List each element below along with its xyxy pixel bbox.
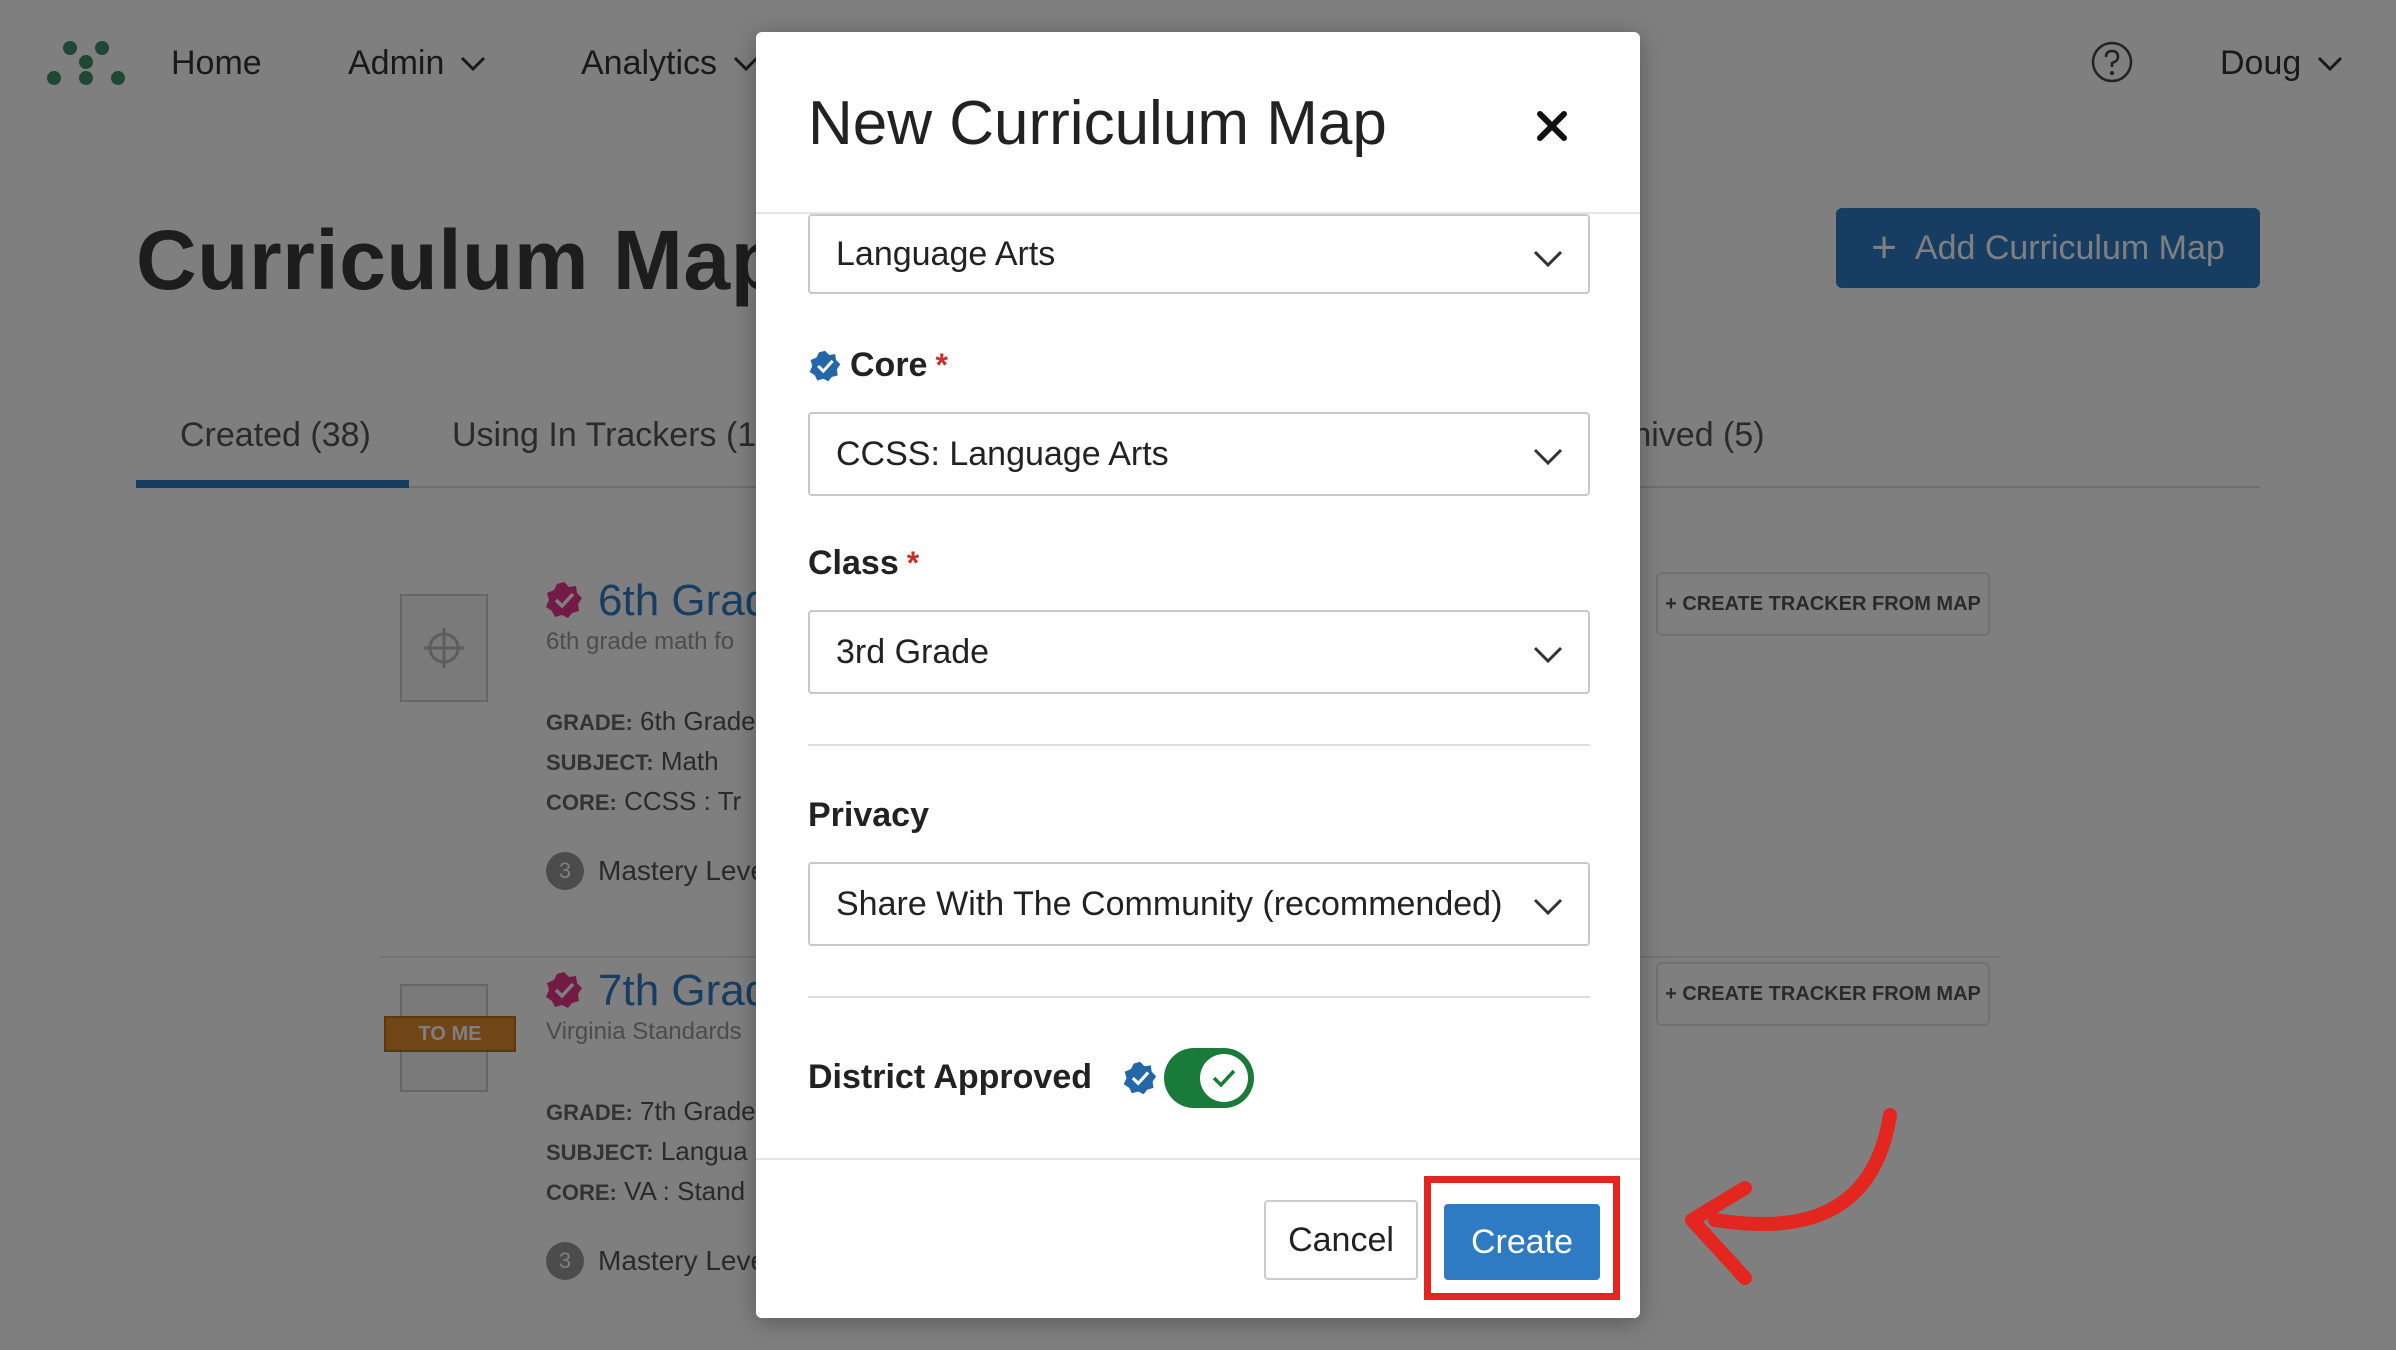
close-button[interactable] [1524, 98, 1580, 154]
cancel-button[interactable]: Cancel [1264, 1200, 1418, 1280]
privacy-select-value: Share With The Community (recommended) [836, 884, 1503, 923]
chevron-down-icon [1533, 448, 1563, 466]
required-indicator: * [906, 545, 920, 581]
class-select-value: 3rd Grade [836, 632, 990, 671]
check-icon [1212, 1069, 1236, 1088]
verified-badge-icon [1123, 1061, 1157, 1094]
subject-select-value: Language Arts [836, 234, 1056, 273]
district-approved-label: District Approved [808, 1058, 1158, 1097]
privacy-label-text: Privacy [808, 796, 929, 834]
class-select[interactable]: 3rd Grade [808, 610, 1590, 694]
district-approved-text: District Approved [808, 1058, 1093, 1096]
class-field-label: Class * [808, 544, 919, 583]
close-icon [1537, 111, 1567, 141]
district-approved-toggle[interactable] [1164, 1048, 1254, 1108]
section-divider [808, 744, 1590, 746]
toggle-knob [1200, 1054, 1248, 1102]
required-indicator: * [935, 347, 948, 383]
dialog-header: New Curriculum Map [756, 32, 1640, 214]
chevron-down-icon [1533, 898, 1563, 916]
core-field-label: Core * [808, 346, 948, 385]
chevron-down-icon [1533, 646, 1563, 664]
core-select-value: CCSS: Language Arts [836, 434, 1169, 473]
class-label-text: Class [808, 544, 899, 582]
section-divider [808, 996, 1590, 998]
core-label-text: Core [850, 346, 928, 384]
chevron-down-icon [1533, 250, 1563, 268]
create-button-highlight [1424, 1176, 1620, 1300]
privacy-select[interactable]: Share With The Community (recommended) [808, 862, 1590, 946]
subject-select[interactable]: Language Arts [808, 214, 1590, 294]
core-select[interactable]: CCSS: Language Arts [808, 412, 1590, 496]
verified-badge-icon [809, 350, 841, 381]
pointer-arrow-icon [1685, 1108, 1897, 1285]
privacy-field-label: Privacy [808, 796, 929, 835]
new-curriculum-map-dialog: New Curriculum Map Language Arts Core * … [756, 32, 1640, 1318]
dialog-title: New Curriculum Map [808, 89, 1387, 158]
